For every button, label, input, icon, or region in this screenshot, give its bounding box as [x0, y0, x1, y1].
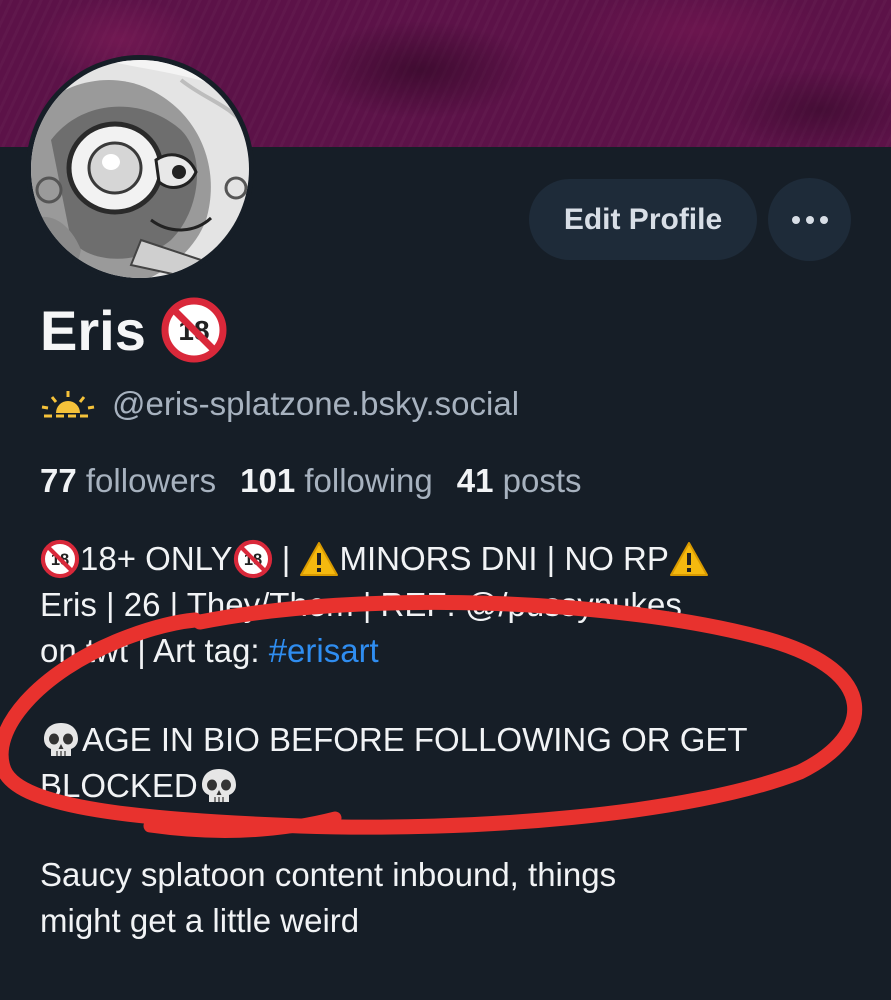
edit-profile-button[interactable]: Edit Profile [529, 179, 757, 260]
warning-icon [669, 542, 708, 576]
bio-text: BLOCKED [40, 767, 198, 804]
skull-icon [201, 769, 236, 802]
handle-text[interactable]: @eris-splatzone.bsky.social [112, 385, 519, 423]
bio-text: on twt | Art tag: [40, 632, 269, 669]
bio-text: | [272, 540, 300, 577]
no-under-18-icon: 18 [161, 297, 227, 363]
avatar[interactable] [26, 55, 254, 283]
bio-text: Eris | 26 | They/Them | REF: @/pussynuke… [40, 586, 682, 623]
no-under-18-icon: 18 [233, 539, 272, 579]
no-under-18-icon: 18 [40, 539, 80, 579]
bio-line: might get a little weird [40, 898, 860, 944]
stats-row: 77 followers 101 following 41 posts [40, 458, 582, 504]
bio-line: 18 18+ ONLY 18 | MINORS DNI | NO RP [40, 536, 860, 582]
more-dots-icon [791, 215, 828, 224]
bio-text: might get a little weird [40, 902, 360, 939]
display-name: Eris 18 [40, 297, 228, 363]
bio-line: BLOCKED [40, 763, 860, 809]
bio-line: AGE IN BIO BEFORE FOLLOWING OR GET [40, 717, 860, 763]
skull-icon [44, 723, 78, 756]
avatar-image [31, 60, 249, 278]
bio-line: Saucy splatoon content inbound, things [40, 852, 860, 898]
followers-count: 77 [40, 462, 77, 499]
display-name-text: Eris [40, 298, 146, 362]
bio-line: on twt | Art tag: #erisart [40, 628, 860, 674]
bio-text: AGE IN BIO BEFORE FOLLOWING OR GET [82, 721, 748, 758]
bio: 18 18+ ONLY 18 | MINORS DNI | NO RP Eris… [40, 536, 860, 944]
handle-row: @eris-splatzone.bsky.social [40, 380, 519, 428]
following-link[interactable]: 101 following [240, 462, 433, 500]
sunrise-icon [41, 391, 95, 418]
more-options-button[interactable] [768, 178, 851, 261]
bio-text: MINORS DNI | NO RP [339, 540, 669, 577]
posts-count-group: 41 posts [457, 462, 582, 500]
followers-link[interactable]: 77 followers [40, 462, 216, 500]
followers-label: followers [85, 462, 217, 499]
posts-count: 41 [456, 462, 494, 499]
bio-text: 18+ ONLY [80, 540, 233, 577]
hashtag-link[interactable]: #erisart [269, 628, 379, 674]
posts-label: posts [502, 462, 582, 499]
following-count: 101 [240, 462, 296, 499]
bio-line: Eris | 26 | They/Them | REF: @/pussynuke… [40, 582, 860, 628]
following-label: following [304, 462, 433, 499]
bio-text: Saucy splatoon content inbound, things [40, 856, 617, 893]
warning-icon [300, 542, 339, 576]
